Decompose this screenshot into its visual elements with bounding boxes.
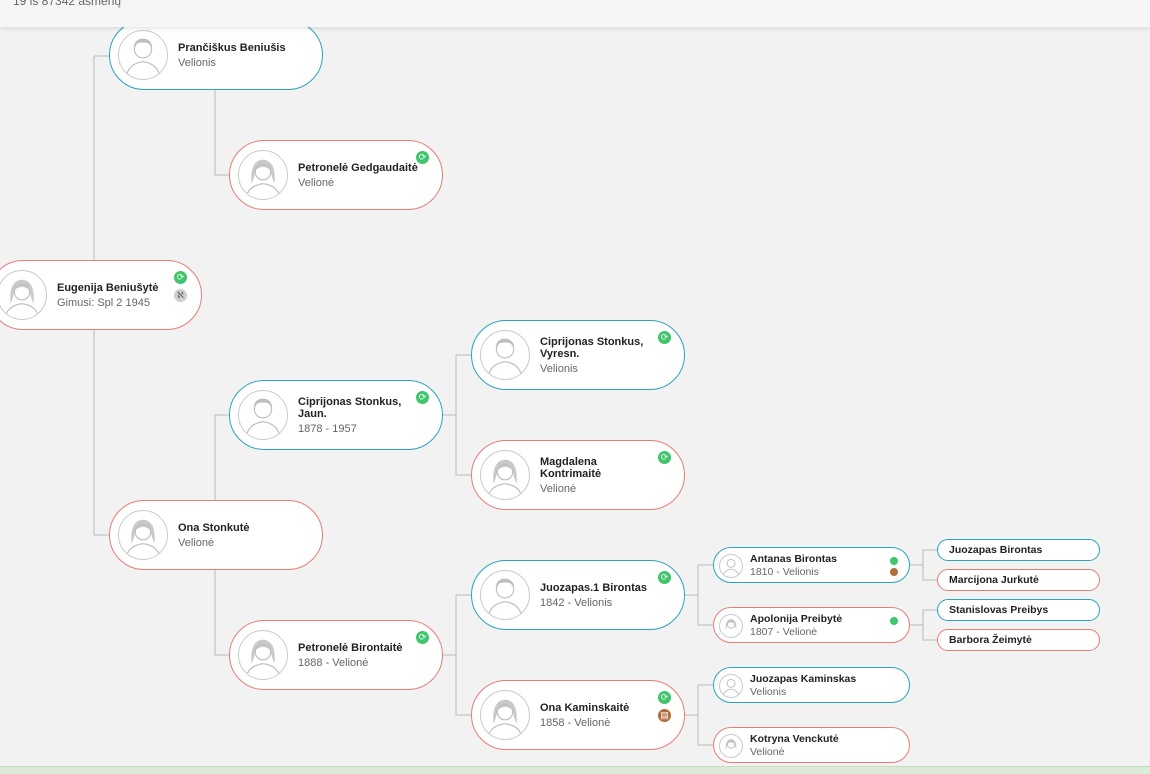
- female-avatar-icon: [118, 510, 168, 560]
- male-avatar-icon: [480, 330, 530, 380]
- female-avatar-icon: [719, 734, 743, 758]
- person-dates: 1858 - Velionė: [540, 716, 611, 729]
- female-avatar-icon: [238, 630, 288, 680]
- person-card-ciprijonas-stonkus-vyresn[interactable]: Ciprijonas Stonkus, Vyresn. Velionis ⟳: [471, 320, 685, 390]
- refresh-icon[interactable]: ⟳: [658, 571, 671, 584]
- person-name: Stanislovas Preibys: [949, 604, 1049, 616]
- person-card-barbora-zeimyte[interactable]: Barbora Žeimytė: [937, 629, 1100, 651]
- person-name: Antanas Birontas: [750, 552, 837, 565]
- person-status: Velionis: [178, 56, 216, 69]
- person-card-juozapas-birontas[interactable]: Juozapas Birontas: [937, 539, 1100, 561]
- female-avatar-icon: [480, 690, 530, 740]
- person-dates: 1888 - Velionė: [298, 656, 369, 669]
- person-name: Juozapas Birontas: [949, 544, 1043, 556]
- person-name: Petronelė Gedgaudaitė: [298, 161, 418, 174]
- refresh-icon[interactable]: ⟳: [416, 631, 429, 644]
- male-avatar-icon: [719, 554, 743, 578]
- person-status: Velionis: [540, 362, 578, 375]
- person-status: Velionė: [178, 536, 215, 549]
- person-card-magdalena-kontrimaite[interactable]: Magdalena Kontrimaitė Velionė ⟳: [471, 440, 685, 510]
- person-card-stanislovas-preibys[interactable]: Stanislovas Preibys: [937, 599, 1100, 621]
- person-status: Velionė: [750, 745, 785, 758]
- person-card-marcijona-jurkute[interactable]: Marcijona Jurkutė: [937, 569, 1100, 591]
- person-name: Eugenija Beniušytė: [57, 281, 159, 294]
- person-name: Kotryna Venckutė: [750, 732, 839, 745]
- document-indicator[interactable]: [890, 568, 898, 576]
- person-dates: 1810 - Velionis: [750, 565, 819, 578]
- person-name: Prančiškus Beniušis: [178, 41, 286, 54]
- person-birth: Gimusi: Spl 2 1945: [57, 296, 150, 309]
- person-card-juozapas-kaminskas[interactable]: Juozapas Kaminskas Velionis: [713, 667, 910, 703]
- top-bar: 19 iš 87342 asmenų: [0, 0, 1150, 27]
- female-avatar-icon: [480, 450, 530, 500]
- person-status: Velionė: [298, 176, 335, 189]
- person-card-ona-stonkute[interactable]: Ona Stonkutė Velionė: [109, 500, 323, 570]
- person-card-eugenija-beniusyte[interactable]: Eugenija Beniušytė Gimusi: Spl 2 1945 ⟳ ℵ: [0, 260, 202, 330]
- person-dates: 1807 - Velionė: [750, 625, 818, 638]
- female-avatar-icon: [719, 614, 743, 638]
- dna-icon[interactable]: ℵ: [174, 289, 187, 302]
- person-status: Velionis: [750, 685, 787, 698]
- person-card-pranciskus-beniusis[interactable]: Prančiškus Beniušis Velionis: [109, 20, 323, 90]
- person-dates: 1842 - Velionis: [540, 596, 613, 609]
- male-avatar-icon: [719, 674, 743, 698]
- person-name: Ciprijonas Stonkus, Jaun.: [298, 395, 402, 420]
- person-name: Ona Kaminskaitė: [540, 701, 630, 714]
- person-name: Marcijona Jurkutė: [949, 574, 1039, 586]
- person-name: Juozapas.1 Birontas: [540, 581, 647, 594]
- person-name: Ciprijonas Stonkus, Vyresn.: [540, 335, 644, 360]
- female-avatar-icon: [0, 270, 47, 320]
- male-avatar-icon: [238, 390, 288, 440]
- person-card-petronele-birontaite[interactable]: Petronelė Birontaitė 1888 - Velionė ⟳: [229, 620, 443, 690]
- person-name: Ona Stonkutė: [178, 521, 250, 534]
- person-card-ciprijonas-stonkus-jaun[interactable]: Ciprijonas Stonkus, Jaun. 1878 - 1957 ⟳: [229, 380, 443, 450]
- person-card-juozapas1-birontas[interactable]: Juozapas.1 Birontas 1842 - Velionis ⟳: [471, 560, 685, 630]
- person-card-ona-kaminskaite[interactable]: Ona Kaminskaitė 1858 - Velionė ⟳ ▤: [471, 680, 685, 750]
- person-card-antanas-birontas[interactable]: Antanas Birontas 1810 - Velionis: [713, 547, 910, 583]
- refresh-icon[interactable]: ⟳: [658, 451, 671, 464]
- refresh-icon[interactable]: ⟳: [658, 691, 671, 704]
- person-name: Magdalena Kontrimaitė: [540, 455, 602, 480]
- refresh-icon[interactable]: ⟳: [416, 391, 429, 404]
- male-avatar-icon: [118, 30, 168, 80]
- refresh-icon[interactable]: ⟳: [174, 271, 187, 284]
- person-status: Velionė: [540, 482, 577, 495]
- person-name: Petronelė Birontaitė: [298, 641, 403, 654]
- person-card-kotryna-venckute[interactable]: Kotryna Venckutė Velionė: [713, 727, 910, 763]
- person-name: Barbora Žeimytė: [949, 634, 1032, 646]
- person-count: 19 iš 87342 asmenų: [13, 0, 122, 8]
- male-avatar-icon: [480, 570, 530, 620]
- person-dates: 1878 - 1957: [298, 422, 357, 435]
- record-match-indicator[interactable]: [890, 557, 898, 565]
- document-icon[interactable]: ▤: [658, 709, 671, 722]
- refresh-icon[interactable]: ⟳: [658, 331, 671, 344]
- record-match-indicator[interactable]: [890, 617, 898, 625]
- female-avatar-icon: [238, 150, 288, 200]
- person-card-petronele-gedgaudaite[interactable]: Petronelė Gedgaudaitė Velionė ⟳: [229, 140, 443, 210]
- person-name: Juozapas Kaminskas: [750, 672, 857, 685]
- person-card-apolonija-preibyte[interactable]: Apolonija Preibytė 1807 - Velionė: [713, 607, 910, 643]
- person-name: Apolonija Preibytė: [750, 612, 843, 625]
- refresh-icon[interactable]: ⟳: [416, 151, 429, 164]
